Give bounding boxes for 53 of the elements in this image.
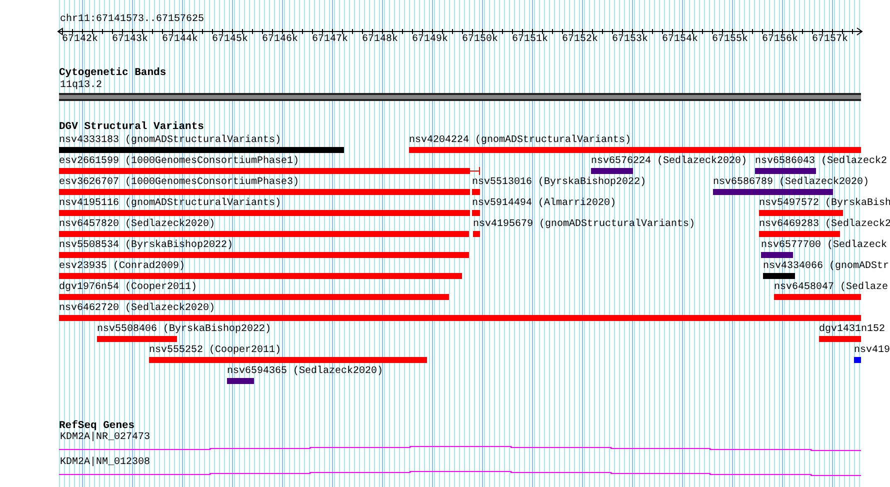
variant-label: nsv4195679 (gnomADStructuralVariants) [473, 219, 696, 231]
variant-label: nsv5508534 (ByrskaBishop2022) [59, 240, 234, 252]
track-title: Cytogenetic Bands [59, 67, 166, 79]
ruler-tick-label: 67148k [362, 34, 398, 46]
variant-label: nsv6594365 (Sedlazeck2020) [227, 366, 384, 378]
track-title: RefSeq Genes [59, 420, 135, 432]
ruler-tick-label: 67149k [412, 34, 448, 46]
variant-label: nsv4333183 (gnomADStructuralVariants) [59, 135, 282, 147]
variant-label: nsv419 [854, 345, 890, 357]
ruler-tick-label: 67155k [712, 34, 748, 46]
variant-label: nsv6576224 (Sedlazeck2020) [591, 156, 748, 168]
variant-label: nsv5914494 (Almarri2020) [472, 198, 616, 210]
ruler-tick-label: 67144k [162, 34, 198, 46]
variant-bar[interactable] [59, 167, 480, 175]
variant-label: nsv555252 (Cooper2011) [149, 345, 282, 357]
variant-label: nsv6586043 (Sedlazeck2 [755, 156, 888, 168]
variant-label: nsv5513016 (ByrskaBishop2022) [472, 177, 646, 189]
transcript-label: KDM2A|NM_012308 [60, 457, 150, 469]
variant-label: nsv4195116 (gnomADStructuralVariants) [59, 198, 282, 210]
variant-label: nsv4334066 (gnomADStr [763, 261, 890, 273]
location-label: chr11:67141573..67157625 [60, 14, 204, 26]
ruler-tick-label: 67143k [112, 34, 148, 46]
ruler-tick-label: 67145k [212, 34, 248, 46]
band-label: 11q13.2 [60, 80, 102, 92]
ruler-tick-label: 67150k [462, 34, 498, 46]
transcript-line[interactable] [58, 471, 862, 476]
ruler-tick-label: 67152k [562, 34, 598, 46]
variant-label: esv2661599 (1000GenomesConsortiumPhase1) [59, 156, 300, 168]
cytoband-bar[interactable] [59, 93, 861, 101]
ruler-tick-label: 67157k [812, 34, 848, 46]
variant-label: nsv5497572 (ByrskaBish [759, 198, 890, 210]
ruler-tick-label: 67156k [762, 34, 798, 46]
ruler-tick-label: 67142k [62, 34, 98, 46]
ruler-tick-label: 67151k [512, 34, 548, 46]
ruler-tick-label: 67146k [262, 34, 298, 46]
variant-label: nsv5508406 (ByrskaBishop2022) [97, 324, 272, 336]
variant-label: nsv6458047 (Sedlaze [774, 282, 888, 294]
variant-label: dgv1431n152 [819, 324, 886, 336]
variant-label: nsv6462720 (Sedlazeck2020) [59, 303, 216, 315]
transcript-line[interactable] [58, 446, 862, 451]
variant-label: nsv6469283 (Sedlazeck2 [759, 219, 890, 231]
variant-label: nsv6457820 (Sedlazeck2020) [59, 219, 216, 231]
track-title: DGV Structural Variants [59, 121, 204, 133]
variant-label: nsv4204224 (gnomADStructuralVariants) [409, 135, 632, 147]
ruler-tick-label: 67154k [662, 34, 698, 46]
variant-label: nsv6577700 (Sedlazeck [761, 240, 888, 252]
variant-label: nsv6586789 (Sedlazeck2020) [713, 177, 870, 189]
variant-label: esv3626707 (1000GenomesConsortiumPhase3) [59, 177, 300, 189]
ruler-tick-label: 67153k [612, 34, 648, 46]
variant-label: esv23935 (Conrad2009) [59, 261, 186, 273]
variant-label: dgv1976n54 (Cooper2011) [59, 282, 198, 294]
transcript-label: KDM2A|NR_027473 [60, 432, 150, 444]
ruler-tick-label: 67147k [312, 34, 348, 46]
